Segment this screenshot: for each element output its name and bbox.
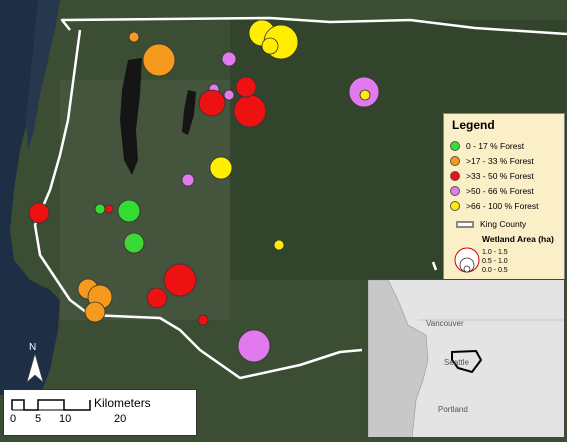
wetland-point[interactable] [233, 94, 267, 128]
scale-tick-label: 10 [59, 413, 72, 425]
wetland-point[interactable] [123, 232, 145, 254]
scale-bar: Kilometers 0 5 10 20 [3, 389, 197, 436]
north-arrow: N [26, 342, 44, 384]
wetland-point[interactable] [117, 199, 141, 223]
wetland-point[interactable] [94, 203, 106, 215]
wetland-area-title: Wetland Area (ha) [482, 234, 554, 244]
wetland-class-label: 0.0 - 0.5 [482, 267, 508, 274]
boundary-swatch [456, 220, 474, 228]
wetland-point[interactable] [28, 202, 50, 224]
legend-label: >66 - 100 % Forest [466, 201, 539, 211]
wetland-point[interactable] [235, 76, 257, 98]
legend-item-66-100: >66 - 100 % Forest [450, 200, 539, 212]
wetland-point[interactable] [104, 204, 114, 214]
legend-label: >50 - 66 % Forest [466, 186, 534, 196]
wetland-point[interactable] [273, 239, 285, 251]
north-arrow-icon [26, 354, 44, 383]
legend-label: >33 - 50 % Forest [466, 171, 534, 181]
locator-inset-map: Vancouver Seattle Portland [367, 279, 565, 438]
legend-item-33-50: >33 - 50 % Forest [450, 170, 534, 182]
legend-label: King County [480, 219, 527, 229]
north-label: N [29, 342, 37, 353]
wetland-point[interactable] [209, 156, 233, 180]
wetland-point[interactable] [84, 301, 106, 323]
legend-item-boundary: King County [456, 218, 526, 230]
wetland-class-label: 0.5 - 1.0 [482, 258, 508, 265]
wetland-class-label: 1.0 - 1.5 [482, 249, 508, 256]
scale-unit-label: Kilometers [94, 396, 151, 410]
inset-city-label: Portland [438, 405, 468, 414]
scale-tick-label: 5 [35, 413, 42, 425]
legend-item-50-66: >50 - 66 % Forest [450, 185, 534, 197]
wetland-point[interactable] [146, 287, 168, 309]
inset-city-label: Seattle [444, 358, 469, 367]
wetland-point[interactable] [197, 314, 209, 326]
legend-swatch-red [450, 171, 460, 181]
legend-label: >17 - 33 % Forest [466, 156, 534, 166]
legend-swatch-orange [450, 156, 460, 166]
legend-item-17-33: >17 - 33 % Forest [450, 155, 534, 167]
wetland-point[interactable] [163, 263, 197, 297]
wetland-point[interactable] [221, 51, 237, 67]
wetland-size-symbol [454, 247, 480, 273]
legend-item-0-17: 0 - 17 % Forest [450, 140, 524, 152]
wetland-point[interactable] [142, 43, 176, 77]
wetland-point[interactable] [237, 329, 271, 363]
wetland-point[interactable] [223, 89, 235, 101]
legend-label: 0 - 17 % Forest [466, 141, 525, 151]
scale-tick-label: 0 [10, 413, 17, 425]
legend-swatch-yellow [450, 201, 460, 211]
wetland-point[interactable] [181, 173, 195, 187]
wetland-point[interactable] [261, 37, 279, 55]
legend-swatch-purple [450, 186, 460, 196]
wetland-point[interactable] [198, 89, 226, 117]
inset-city-label: Vancouver [426, 319, 464, 328]
wetland-point[interactable] [359, 89, 371, 101]
legend-title: Legend [452, 118, 495, 132]
wetland-point[interactable] [128, 31, 140, 43]
scale-tick-label: 20 [114, 413, 127, 425]
legend-panel: Legend 0 - 17 % Forest >17 - 33 % Forest… [443, 113, 565, 280]
legend-swatch-green [450, 141, 460, 151]
